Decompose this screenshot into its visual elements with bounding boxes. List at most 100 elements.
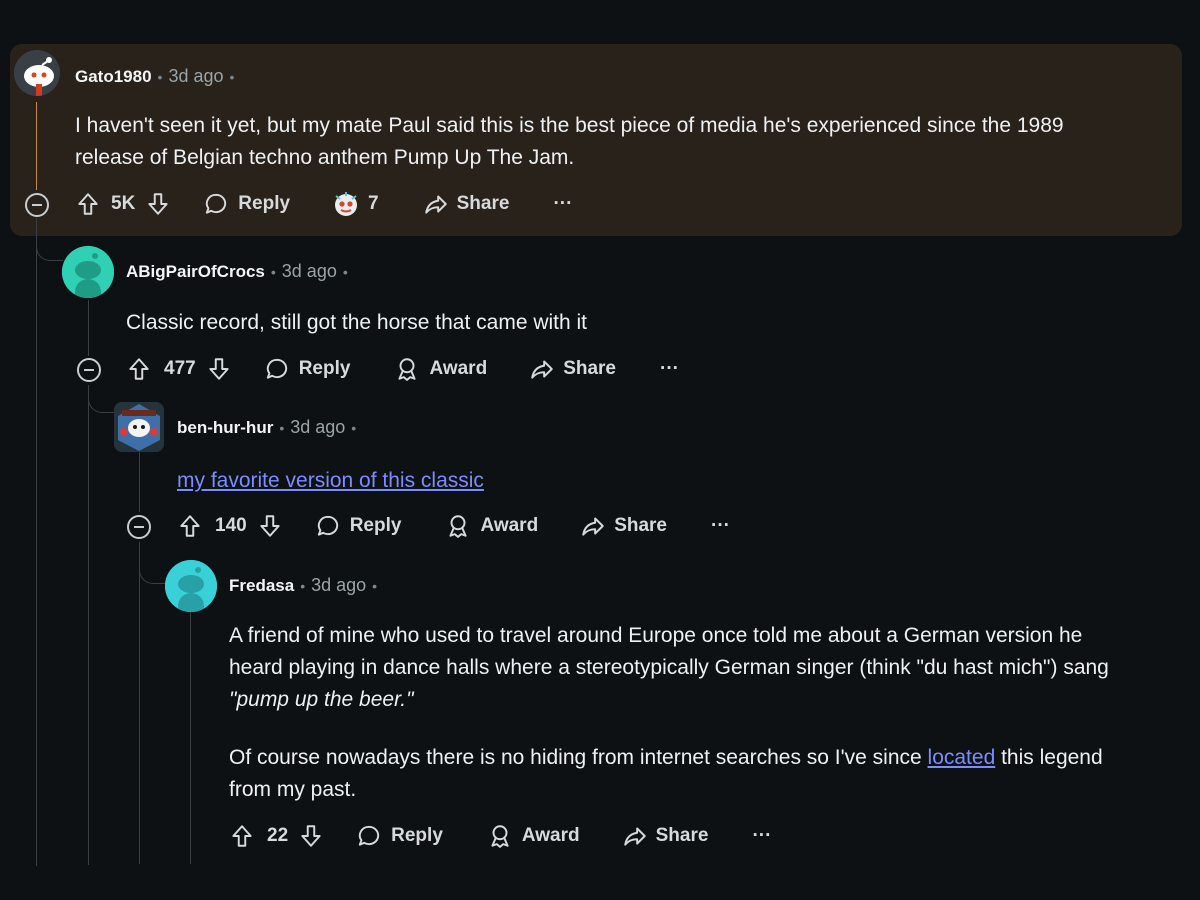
- comment-body: Classic record, still got the horse that…: [126, 311, 588, 334]
- text-span: Of course nowadays there is no hiding fr…: [229, 746, 928, 769]
- avatar[interactable]: [62, 246, 114, 298]
- upvote-icon[interactable]: [75, 191, 101, 217]
- award-label: Award: [521, 825, 580, 846]
- vote-count: 140: [215, 515, 247, 536]
- separator-dot: •: [372, 577, 378, 594]
- author-name[interactable]: Gato1980: [75, 67, 152, 87]
- downvote-icon[interactable]: [257, 513, 283, 539]
- collapse-minus-icon[interactable]: [25, 193, 49, 217]
- collapse-minus-icon[interactable]: [77, 358, 101, 382]
- vote-count: 22: [267, 825, 289, 846]
- reply-button[interactable]: Reply: [356, 823, 443, 849]
- comment-line: Of course nowadays there is no hiding fr…: [229, 742, 1179, 774]
- award-count: 7: [368, 193, 379, 214]
- avatar[interactable]: [165, 560, 217, 612]
- reply-label: Reply: [349, 515, 402, 536]
- comment-meta: ABigPairOfCrocs • 3d ago •: [126, 261, 354, 282]
- share-button[interactable]: Share: [580, 513, 667, 539]
- share-arrow-icon: [424, 195, 447, 214]
- share-button[interactable]: Share: [622, 823, 708, 849]
- separator-dot: •: [300, 577, 306, 594]
- reply-button[interactable]: Reply: [315, 513, 402, 539]
- thread-elbow: [88, 388, 115, 413]
- timestamp[interactable]: 3d ago: [311, 575, 366, 596]
- thread-line-level-2b: [88, 385, 89, 865]
- reply-bubble-icon: [206, 193, 227, 214]
- separator-dot: •: [270, 263, 276, 280]
- author-name[interactable]: ben-hur-hur: [177, 418, 273, 438]
- award-label: Award: [429, 358, 488, 379]
- award-button[interactable]: Award: [487, 823, 580, 849]
- upvote-icon[interactable]: [126, 356, 152, 382]
- snoo-avatar-icon: [114, 402, 164, 452]
- share-button[interactable]: Share: [529, 356, 616, 382]
- timestamp[interactable]: 3d ago: [282, 261, 337, 282]
- thread-line-level-2: [88, 300, 89, 356]
- vote-count: 5K: [111, 193, 136, 214]
- more-options-icon[interactable]: ···: [553, 193, 572, 215]
- reply-bubble-icon: [266, 358, 287, 379]
- timestamp[interactable]: 3d ago: [168, 66, 223, 87]
- share-arrow-icon: [623, 827, 646, 846]
- reply-label: Reply: [298, 358, 351, 379]
- award-label: Award: [480, 515, 539, 536]
- thread-elbow: [139, 545, 166, 584]
- collapse-minus-icon[interactable]: [127, 515, 151, 539]
- downvote-icon[interactable]: [298, 823, 324, 849]
- vote-group: 22: [229, 823, 324, 849]
- avatar[interactable]: [14, 50, 60, 96]
- separator-dot: •: [342, 263, 348, 280]
- award-button[interactable]: Award: [445, 513, 538, 539]
- thread-line-highlight: [36, 102, 37, 190]
- comment-actions: 22 Reply Award Share ···: [229, 823, 771, 849]
- vote-group: 477: [126, 356, 232, 382]
- external-link[interactable]: my favorite version of this classic: [177, 469, 484, 492]
- comment-meta: Fredasa • 3d ago •: [229, 575, 383, 596]
- downvote-icon[interactable]: [206, 356, 232, 382]
- thread-line-level-3: [139, 452, 140, 512]
- vote-group: 140: [177, 513, 283, 539]
- comment-body: my favorite version of this classic: [177, 465, 484, 497]
- snoo-avatar-icon: [14, 50, 60, 96]
- comment-line: release of Belgian techno anthem Pump Up…: [75, 146, 575, 169]
- comment-line: I haven't seen it yet, but my mate Paul …: [75, 114, 1064, 137]
- share-label: Share: [456, 193, 510, 214]
- award-button[interactable]: 7: [332, 190, 379, 218]
- upvote-icon[interactable]: [177, 513, 203, 539]
- separator-dot: •: [229, 68, 235, 85]
- separator-dot: •: [157, 68, 163, 85]
- comment-meta: Gato1980 • 3d ago •: [75, 66, 240, 87]
- comment-body: I haven't seen it yet, but my mate Paul …: [75, 110, 1155, 174]
- reply-label: Reply: [238, 193, 291, 214]
- reply-bubble-icon: [317, 515, 338, 536]
- vote-count: 477: [164, 358, 196, 379]
- more-options-icon[interactable]: ···: [660, 358, 679, 380]
- more-options-icon[interactable]: ···: [711, 515, 730, 537]
- comment-line-italic: "pump up the beer.": [229, 684, 1179, 716]
- comment-line: from my past.: [229, 778, 357, 801]
- reply-label: Reply: [391, 825, 443, 846]
- upvote-icon[interactable]: [229, 823, 255, 849]
- downvote-icon[interactable]: [145, 191, 171, 217]
- italic-quote: "pump up the beer.": [229, 688, 414, 711]
- more-options-icon[interactable]: ···: [752, 825, 771, 847]
- award-button[interactable]: Award: [394, 356, 487, 382]
- author-name[interactable]: Fredasa: [229, 576, 294, 596]
- snoo-avatar-icon: [62, 246, 114, 298]
- share-arrow-icon: [531, 360, 553, 379]
- share-label: Share: [563, 358, 616, 379]
- separator-dot: •: [351, 419, 357, 436]
- comment-actions: 140 Reply Award Share ···: [177, 513, 730, 539]
- located-link[interactable]: located: [928, 746, 996, 769]
- reply-button[interactable]: Reply: [203, 191, 290, 217]
- author-name[interactable]: ABigPairOfCrocs: [126, 262, 265, 282]
- timestamp[interactable]: 3d ago: [290, 417, 345, 438]
- award-badge-icon: [335, 192, 358, 216]
- avatar[interactable]: [114, 402, 164, 452]
- award-icon: [398, 358, 417, 381]
- comment-actions: 477 Reply Award Share ···: [126, 356, 679, 382]
- share-button[interactable]: Share: [423, 191, 510, 217]
- reply-button[interactable]: Reply: [264, 356, 351, 382]
- award-icon: [449, 515, 468, 538]
